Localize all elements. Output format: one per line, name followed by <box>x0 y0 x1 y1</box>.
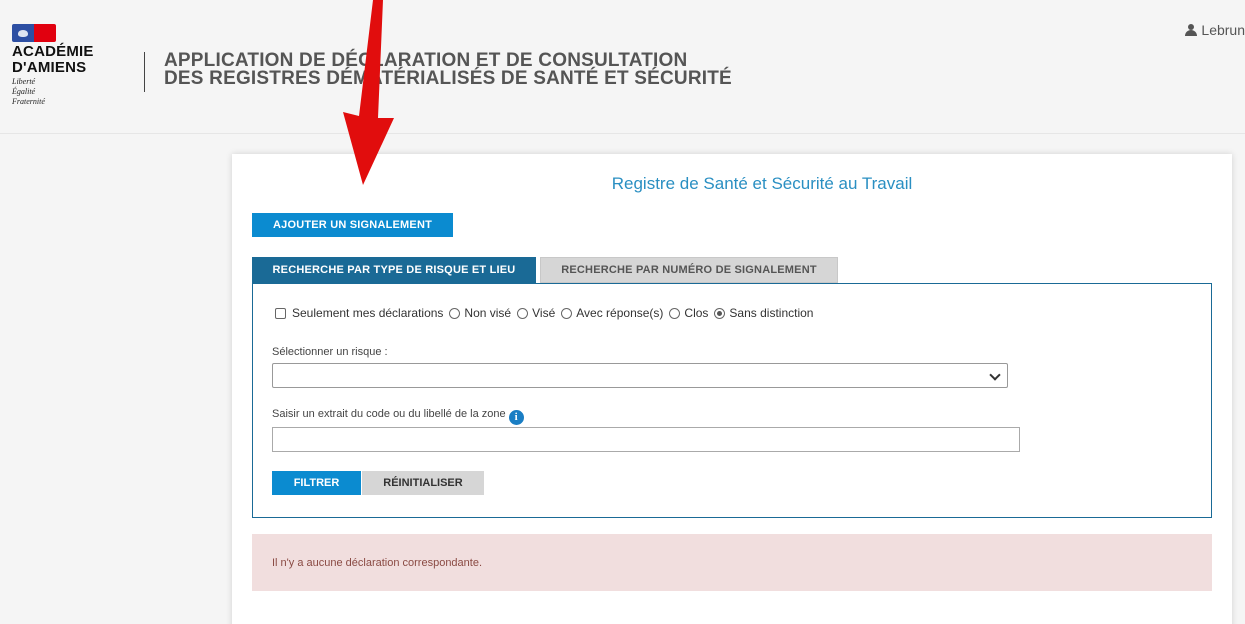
page-header: ACADÉMIE D'AMIENS Liberté Égalité Frater… <box>0 0 1245 134</box>
motto-liberte: Liberté <box>12 77 36 86</box>
no-results-alert: Il n'y a aucune déclaration correspondan… <box>252 534 1212 591</box>
logo-name-line2: D'AMIENS <box>12 59 87 76</box>
user-name: Lebrun <box>1201 22 1245 38</box>
reset-button[interactable]: RÉINITIALISER <box>362 471 484 495</box>
risk-select-label: Sélectionner un risque : <box>272 346 388 358</box>
red-arrow-annotation-icon <box>343 0 394 185</box>
only-mine-label[interactable]: Seulement mes déclarations <box>292 306 443 320</box>
radio-vise-label[interactable]: Visé <box>532 306 555 320</box>
radio-avec-reponse[interactable] <box>561 307 573 319</box>
tab-search-by-number[interactable]: RECHERCHE PAR NUMÉRO DE SIGNALEMENT <box>540 257 838 283</box>
only-mine-checkbox[interactable] <box>275 307 286 319</box>
radio-clos[interactable] <box>669 307 681 319</box>
radio-sans-distinction-label[interactable]: Sans distinction <box>729 306 813 320</box>
marianne-flag-icon <box>12 24 56 42</box>
chevron-down-icon <box>989 369 1001 381</box>
radio-vise[interactable] <box>517 307 529 319</box>
info-icon[interactable]: i <box>508 410 524 425</box>
radio-sans-distinction[interactable] <box>714 307 726 319</box>
user-menu[interactable]: Lebrun <box>1185 22 1245 38</box>
no-results-message: Il n'y a aucune déclaration correspondan… <box>272 556 483 569</box>
radio-clos-label[interactable]: Clos <box>684 306 708 320</box>
filter-options: Seulement mes déclarations Non visé Visé… <box>275 306 813 320</box>
zone-input-label-row: Saisir un extrait du code ou du libellé … <box>272 408 524 425</box>
filter-button[interactable]: FILTRER <box>272 471 361 495</box>
add-report-button[interactable]: AJOUTER UN SIGNALEMENT <box>252 213 453 237</box>
radio-avec-reponse-label[interactable]: Avec réponse(s) <box>576 306 663 320</box>
app-title-line2: DES REGISTRES DÉMATÉRIALISÉS DE SANTÉ ET… <box>164 68 732 89</box>
radio-non-vise-label[interactable]: Non visé <box>464 306 511 320</box>
motto-egalite: Égalité <box>12 87 36 96</box>
tab-search-by-risk[interactable]: RECHERCHE PAR TYPE DE RISQUE ET LIEU <box>252 257 536 283</box>
radio-non-vise[interactable] <box>449 307 461 319</box>
register-panel: Registre de Santé et Sécurité au Travail… <box>232 154 1232 624</box>
search-tabs: RECHERCHE PAR TYPE DE RISQUE ET LIEU REC… <box>252 257 838 283</box>
risk-select[interactable] <box>272 363 1008 388</box>
zone-search-input[interactable] <box>272 427 1020 452</box>
zone-input-label: Saisir un extrait du code ou du libellé … <box>272 408 506 420</box>
academie-logo[interactable]: ACADÉMIE D'AMIENS Liberté Égalité Frater… <box>12 24 132 106</box>
header-divider <box>144 52 145 92</box>
search-form: Seulement mes déclarations Non visé Visé… <box>252 283 1212 518</box>
app-title: APPLICATION DE DÉCLARATION ET DE CONSULT… <box>164 51 732 89</box>
motto-fraternite: Fraternité <box>12 97 45 106</box>
user-icon <box>1185 24 1198 36</box>
logo-name-line1: ACADÉMIE <box>12 43 94 60</box>
